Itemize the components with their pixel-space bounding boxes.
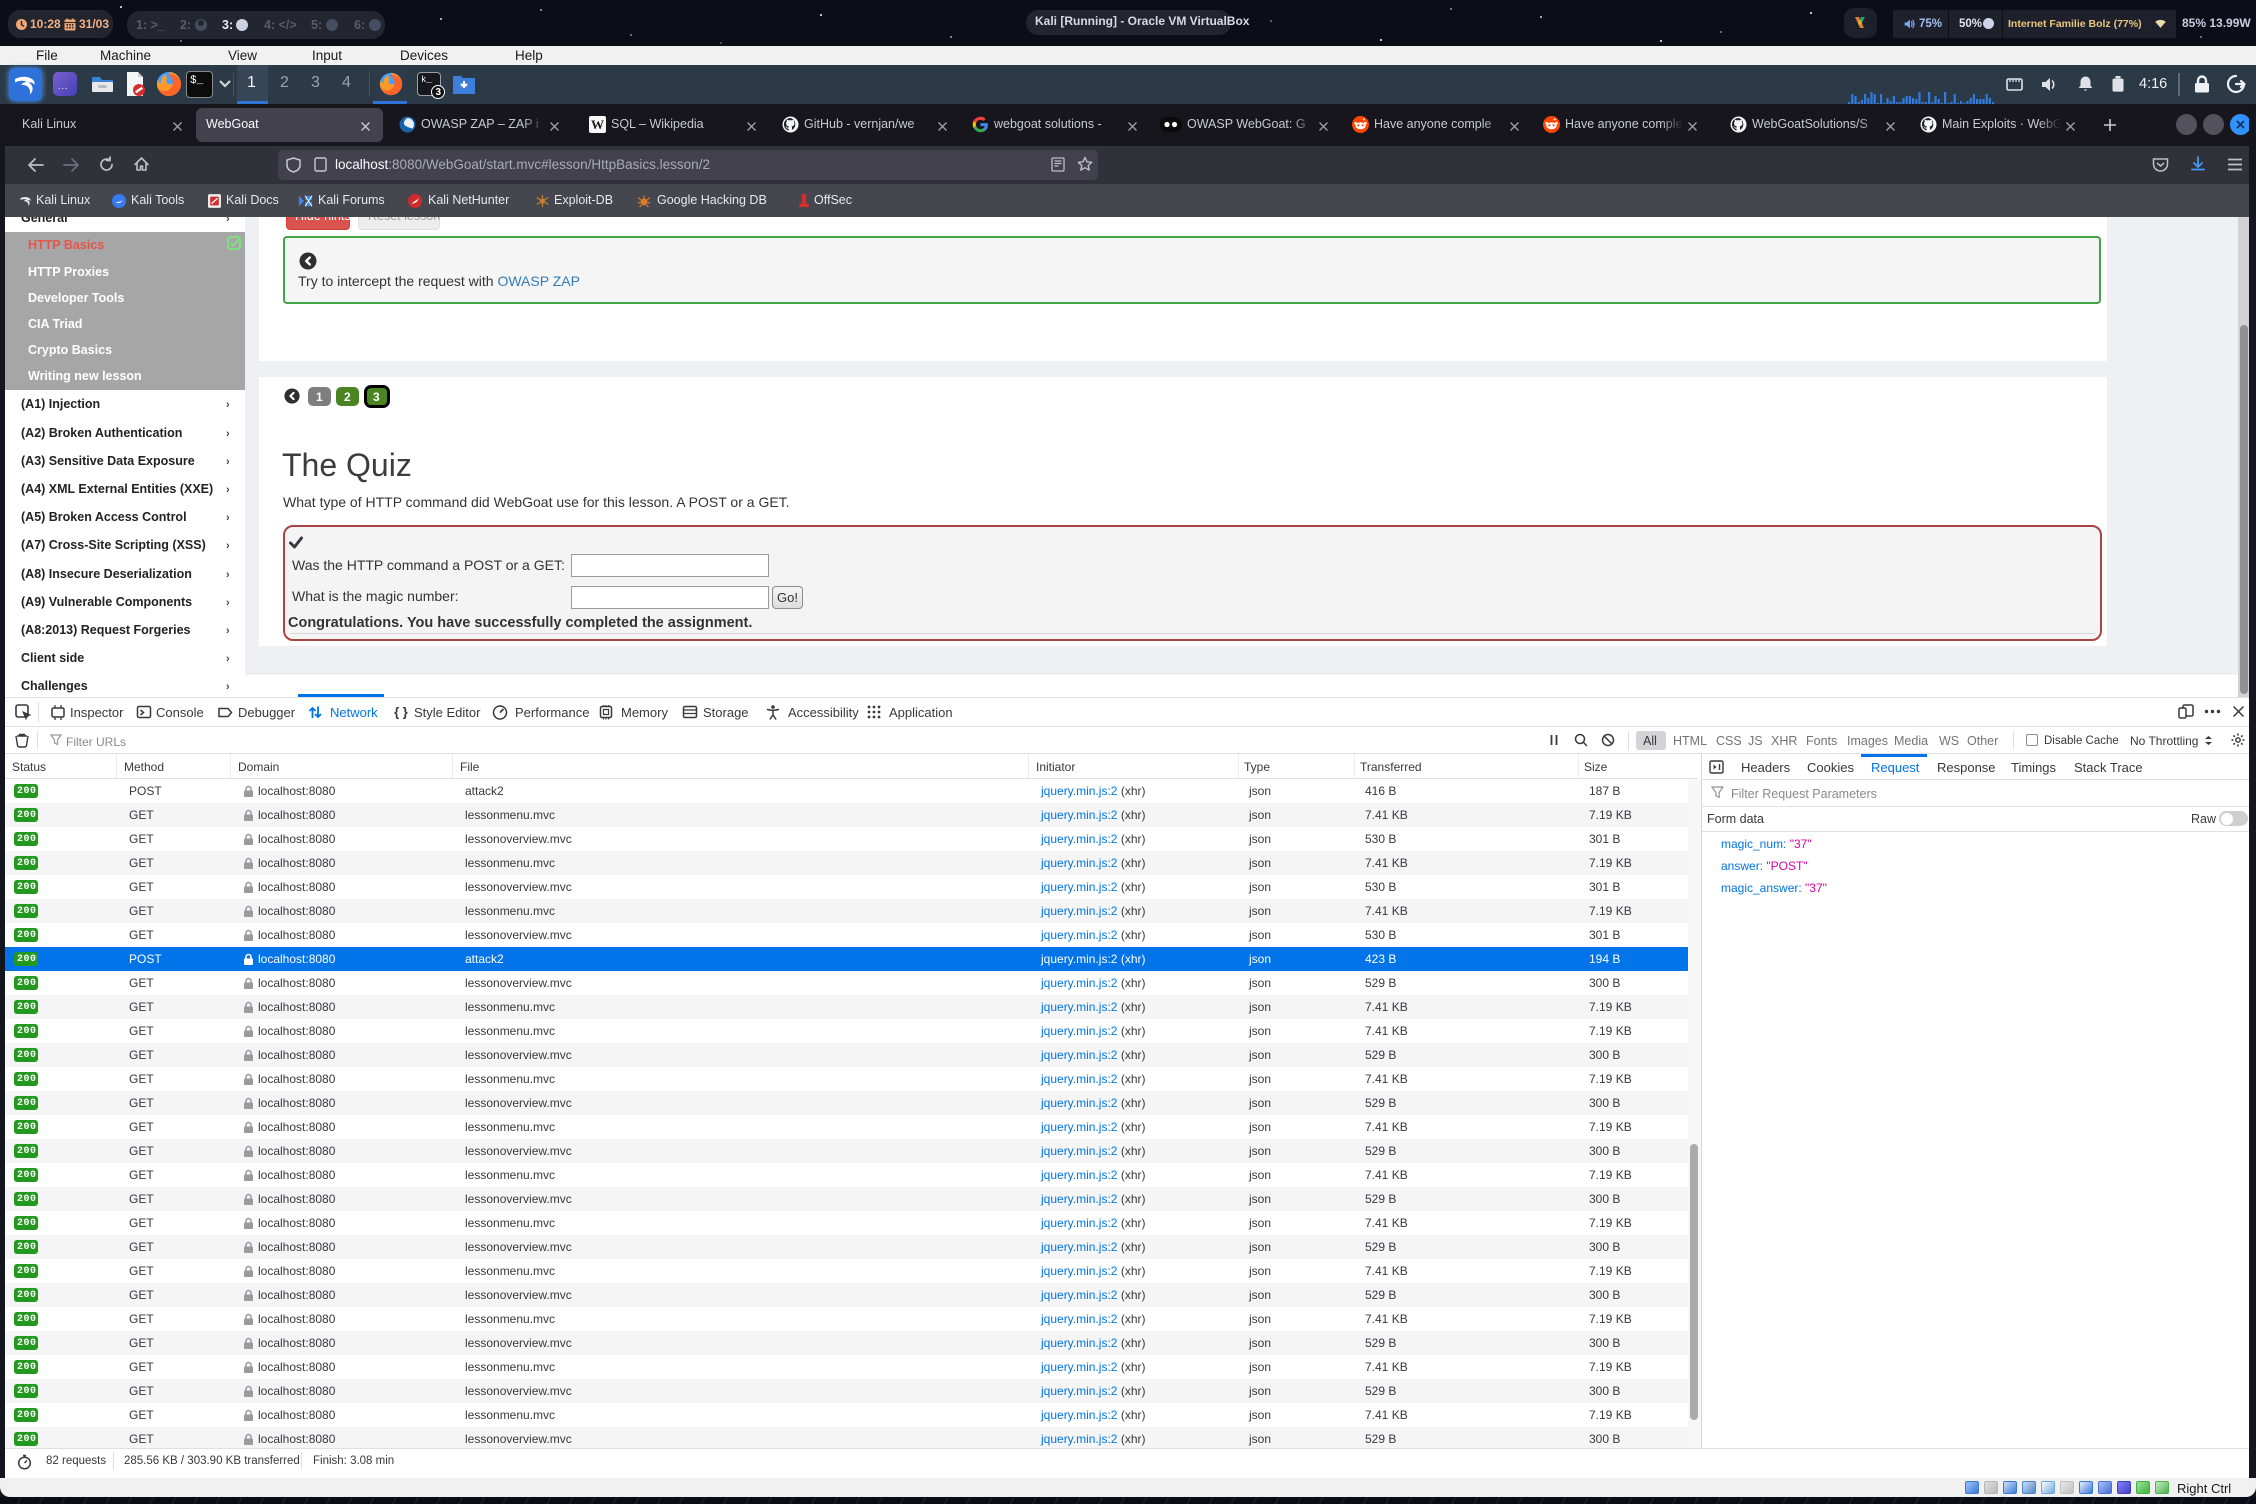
svg-text:W: W: [591, 117, 604, 132]
svg-text:{ }: { }: [394, 705, 408, 720]
